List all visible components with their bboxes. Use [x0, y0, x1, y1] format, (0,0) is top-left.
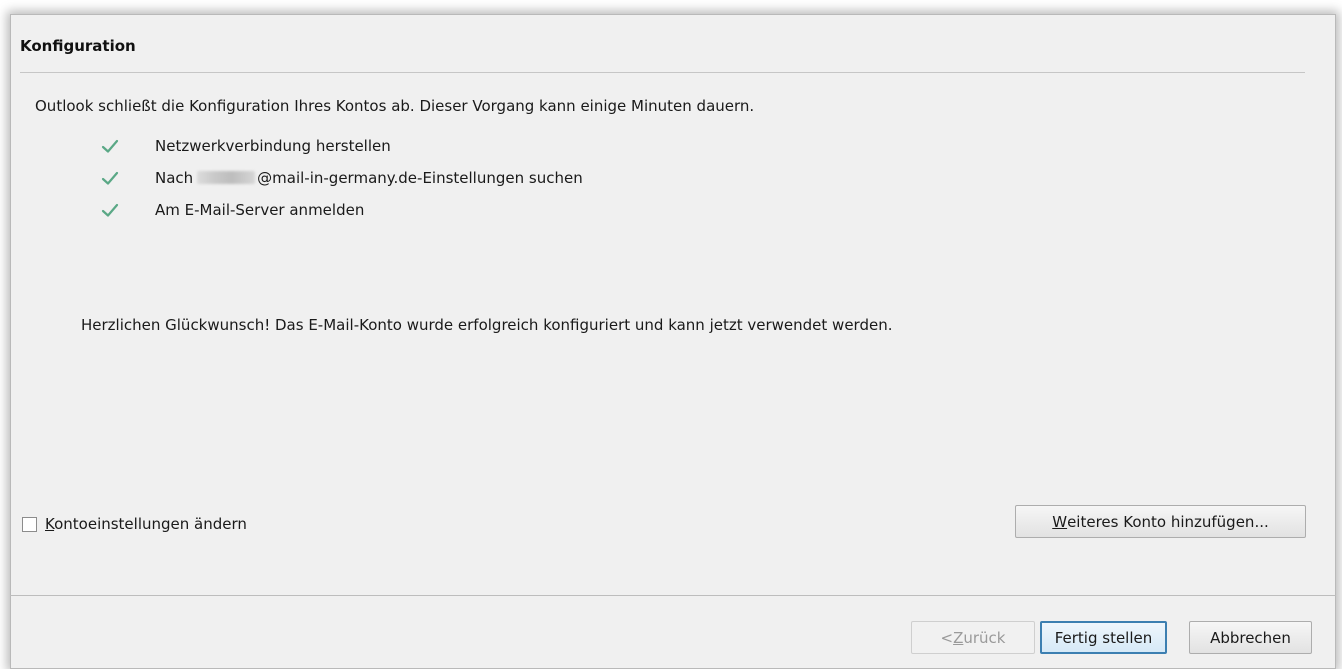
- dialog-title: Konfiguration: [20, 37, 136, 55]
- step-label-suffix: @mail-in-germany.de-Einstellungen suchen: [257, 169, 583, 187]
- step-login: Am E-Mail-Server anmelden: [100, 199, 364, 221]
- success-message: Herzlichen Glückwunsch! Das E-Mail-Konto…: [81, 316, 893, 334]
- check-icon: [100, 136, 120, 156]
- redacted-email: [197, 171, 256, 184]
- step-label: Nach @mail-in-germany.de-Einstellungen su…: [155, 169, 583, 187]
- back-button[interactable]: < Zurück: [911, 621, 1035, 654]
- step-label-prefix: Nach: [155, 169, 194, 187]
- step-network: Netzwerkverbindung herstellen: [100, 135, 391, 157]
- change-settings-checkbox[interactable]: [22, 516, 37, 532]
- cancel-button[interactable]: Abbrechen: [1189, 621, 1312, 654]
- footer-divider: [10, 595, 1336, 596]
- step-label: Am E-Mail-Server anmelden: [155, 201, 365, 219]
- add-account-button[interactable]: Weiteres Konto hinzufügen...: [1015, 505, 1306, 538]
- intro-text: Outlook schließt die Konfiguration Ihres…: [35, 97, 755, 115]
- finish-button[interactable]: Fertig stellen: [1040, 621, 1167, 654]
- step-search-settings: Nach @mail-in-germany.de-Einstellungen su…: [100, 167, 583, 189]
- step-label: Netzwerkverbindung herstellen: [155, 137, 391, 155]
- title-divider: [20, 72, 1305, 73]
- check-icon: [100, 200, 120, 220]
- change-settings-label[interactable]: Kontoeinstellungen ändern: [45, 515, 247, 533]
- check-icon: [100, 168, 120, 188]
- change-settings-option[interactable]: Kontoeinstellungen ändern: [22, 515, 247, 533]
